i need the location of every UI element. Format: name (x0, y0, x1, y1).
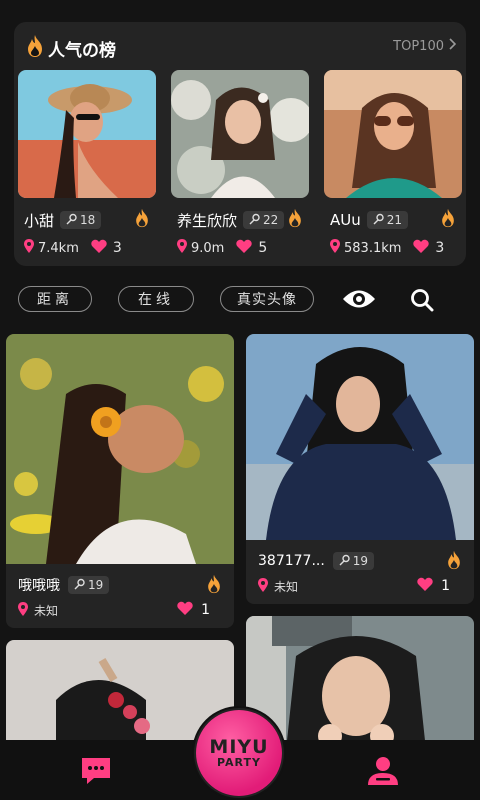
heart-icon[interactable] (413, 239, 430, 257)
chevron-right-icon (448, 38, 457, 54)
level-value: 18 (80, 213, 96, 227)
distance-text: 9.0m (191, 240, 225, 256)
ranking-item[interactable]: 小甜 18 7.4km 3 (18, 70, 156, 260)
ranking-item-name: 养生欣欣 (177, 211, 238, 230)
ranking-list: 小甜 18 7.4km 3 养生欣欣 22 9.0m 5 AUu 21 583.… (14, 70, 466, 260)
fire-icon (440, 208, 456, 232)
ranking-item-meta: 9.0m 5 (177, 238, 305, 258)
level-value: 19 (88, 578, 104, 592)
feed-card-info: 387177... 19 (258, 550, 466, 572)
level-badge: 19 (68, 576, 110, 594)
miyu-logo-line1: MIYU (209, 736, 269, 758)
level-badge: 18 (60, 211, 102, 229)
location-pin-icon (258, 577, 268, 595)
heart-icon[interactable] (91, 239, 107, 257)
ranking-title-text: 人气の榜 (48, 40, 116, 61)
ranking-item-info: AUu 21 (330, 208, 458, 232)
distance-text: 583.1km (344, 240, 402, 256)
ranking-item-name: 小甜 (24, 211, 55, 230)
location-text: 未知 (34, 603, 59, 618)
ranking-item-meta: 7.4km 3 (24, 238, 152, 258)
ranking-item-name: AUu (330, 211, 361, 229)
filter-bar: 距离 在线 真实头像 (0, 284, 480, 316)
heart-icon[interactable] (236, 239, 253, 257)
fire-icon (134, 208, 150, 232)
top100-link[interactable]: TOP100 (393, 38, 457, 54)
level-value: 21 (386, 213, 403, 227)
eye-icon[interactable] (342, 286, 376, 312)
ranking-item-meta: 583.1km 3 (330, 238, 458, 258)
filter-distance-button[interactable]: 距离 (18, 286, 92, 312)
likes: 5 (236, 239, 267, 257)
ranking-card: 人气の榜 TOP100 小甜 18 7.4km 3 养生欣欣 22 9.0m 5… (14, 22, 466, 266)
feed-photo[interactable] (6, 334, 234, 564)
level-badge: 22 (243, 211, 285, 229)
feed-card-name: 387177... (258, 553, 325, 569)
miyu-party-button[interactable]: MIYU PARTY (192, 706, 286, 800)
likes-count: 3 (112, 240, 122, 256)
feed-photo[interactable] (246, 334, 474, 540)
feed-card-meta: 未知 1 (18, 600, 222, 620)
location-pin-icon (330, 239, 340, 257)
fire-icon (287, 208, 303, 232)
level-value: 22 (263, 213, 279, 227)
ranking-item-info: 小甜 18 (24, 208, 152, 232)
level-icon (373, 213, 385, 228)
ranking-item[interactable]: 养生欣欣 22 9.0m 5 (171, 70, 309, 260)
fire-icon (446, 550, 462, 574)
likes-count: 1 (441, 578, 450, 594)
feed-card[interactable]: 哦哦哦 19 未知 1 (6, 334, 234, 628)
feed-card-name: 哦哦哦 (18, 578, 60, 594)
heart-icon[interactable] (177, 601, 193, 619)
level-icon (249, 213, 261, 228)
level-badge: 21 (366, 211, 409, 229)
ranking-title: 人气の榜 (26, 34, 116, 62)
filter-online-button[interactable]: 在线 (118, 286, 194, 312)
location-text: 未知 (274, 579, 299, 594)
level-icon (339, 554, 351, 569)
feed-card[interactable]: 387177... 19 未知 1 (246, 334, 474, 604)
app-screen: 人气の榜 TOP100 小甜 18 7.4km 3 养生欣欣 22 9.0m 5… (0, 0, 480, 800)
miyu-party-logo: MIYU PARTY (196, 710, 282, 796)
fire-icon (206, 574, 222, 598)
feed-card-info: 哦哦哦 19 (18, 574, 226, 596)
ranking-photo[interactable] (171, 70, 309, 198)
location-pin-icon (177, 239, 187, 257)
ranking-photo[interactable] (18, 70, 156, 198)
fire-icon (26, 34, 44, 62)
location-pin-icon (18, 601, 28, 619)
ranking-item[interactable]: AUu 21 583.1km 3 (324, 70, 462, 260)
likes-count: 1 (201, 602, 210, 618)
search-icon[interactable] (408, 286, 436, 314)
level-badge: 19 (332, 552, 375, 570)
feed-card-meta: 未知 1 (258, 576, 462, 596)
likes-count: 3 (435, 240, 445, 256)
heart-icon[interactable] (417, 577, 433, 595)
level-icon (66, 213, 78, 228)
message-icon[interactable] (80, 756, 112, 786)
user-icon[interactable] (366, 756, 400, 786)
distance-text: 7.4km (38, 240, 79, 256)
ranking-photo[interactable] (324, 70, 462, 198)
level-value: 19 (352, 554, 369, 568)
filter-real-avatar-button[interactable]: 真实头像 (220, 286, 314, 312)
likes: 1 (177, 601, 210, 619)
miyu-logo-line2: PARTY (216, 756, 261, 769)
likes: 3 (91, 239, 122, 257)
ranking-header: 人气の榜 TOP100 (14, 22, 466, 70)
likes: 1 (417, 577, 450, 595)
level-icon (74, 578, 86, 593)
ranking-item-info: 养生欣欣 22 (177, 208, 305, 232)
location-pin-icon (24, 239, 34, 257)
likes: 3 (413, 239, 444, 257)
likes-count: 5 (258, 240, 268, 256)
top100-label: TOP100 (393, 38, 444, 54)
